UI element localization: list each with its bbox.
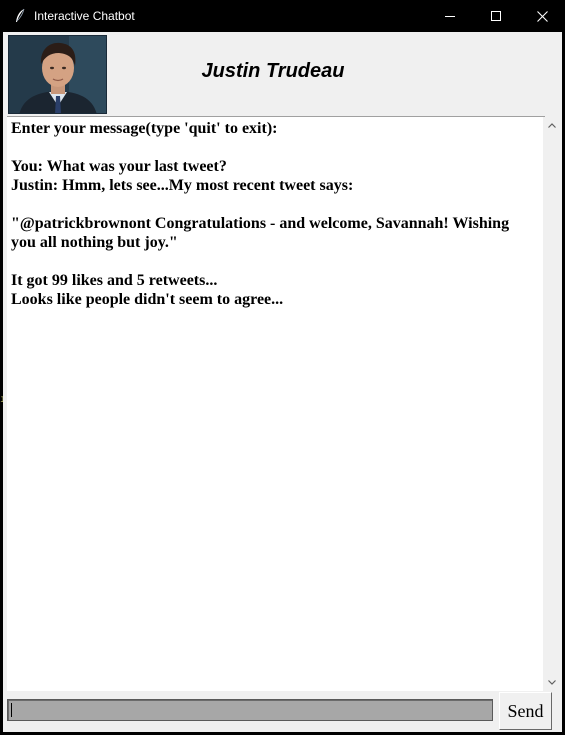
profile-photo-image bbox=[9, 36, 106, 113]
contact-name: Justin Trudeau bbox=[201, 60, 345, 82]
send-button[interactable]: Send bbox=[499, 692, 552, 730]
close-icon bbox=[536, 10, 548, 22]
window-title: Interactive Chatbot bbox=[34, 9, 135, 23]
chat-line: Justin: Hmm, lets see...My most recent t… bbox=[11, 177, 354, 194]
chat-line: Enter your message(type 'quit' to exit): bbox=[11, 120, 278, 137]
scroll-down-button[interactable] bbox=[543, 674, 560, 691]
chat-line: you all nothing but joy." bbox=[11, 234, 178, 251]
chat-line: It got 99 likes and 5 retweets... bbox=[11, 272, 218, 289]
maximize-button[interactable] bbox=[473, 0, 519, 32]
chat-line: Looks like people didn't seem to agree..… bbox=[11, 291, 284, 308]
chat-scrollbar[interactable] bbox=[543, 117, 560, 691]
minimize-button[interactable] bbox=[427, 0, 473, 32]
chat-line bbox=[11, 252, 543, 271]
chat-line bbox=[11, 138, 543, 157]
scroll-up-button[interactable] bbox=[543, 117, 560, 134]
chat-line bbox=[11, 195, 543, 214]
maximize-icon bbox=[491, 11, 501, 21]
title-bar: Interactive Chatbot bbox=[0, 0, 565, 32]
chat-transcript[interactable]: Enter your message(type 'quit' to exit):… bbox=[7, 117, 543, 691]
minimize-icon bbox=[445, 16, 455, 17]
message-input[interactable] bbox=[7, 699, 493, 721]
close-button[interactable] bbox=[519, 0, 565, 32]
feather-icon bbox=[16, 8, 25, 22]
chat-line: You: What was your last tweet? bbox=[11, 158, 227, 175]
avatar bbox=[8, 35, 107, 114]
chevron-up-icon bbox=[547, 123, 556, 128]
chat-line: "@patrickbrownont Congratulations - and … bbox=[11, 215, 510, 232]
text-caret bbox=[11, 703, 12, 717]
window-client: Justin Trudeau Enter your message(type '… bbox=[3, 32, 562, 732]
chevron-down-icon bbox=[547, 680, 556, 685]
